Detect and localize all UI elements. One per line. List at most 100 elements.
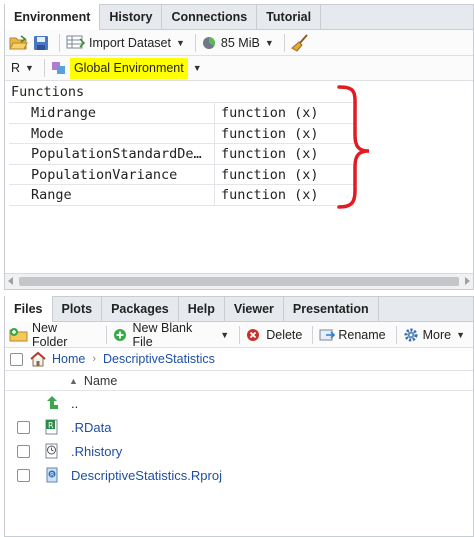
list-item[interactable]: .Rhistory xyxy=(5,439,473,463)
file-checkbox[interactable] xyxy=(17,420,30,434)
file-name[interactable]: .RData xyxy=(71,420,111,435)
tab-packages[interactable]: Packages xyxy=(102,296,179,321)
toolbar-separator xyxy=(105,325,107,344)
files-pane: Files Plots Packages Help Viewer Present… xyxy=(4,296,474,537)
sort-ascending-icon[interactable]: ▲ xyxy=(69,376,78,386)
tab-plots[interactable]: Plots xyxy=(53,296,103,321)
plus-icon xyxy=(113,328,127,342)
environment-scope-bar: R ▼ Global Environment ▼ xyxy=(5,56,473,81)
table-row[interactable]: Mode function (x) xyxy=(9,123,354,144)
more-label: More xyxy=(422,327,452,342)
tab-environment[interactable]: Environment xyxy=(5,4,101,30)
chevron-down-icon: ▼ xyxy=(25,63,34,73)
file-checkbox[interactable] xyxy=(17,468,30,482)
file-checkbox[interactable] xyxy=(17,444,30,458)
file-name[interactable]: DescriptiveStatistics.Rproj xyxy=(71,468,222,483)
object-name: Range xyxy=(9,185,215,205)
name-column-header[interactable]: Name xyxy=(84,374,117,388)
tab-history[interactable]: History xyxy=(100,4,163,29)
table-row[interactable]: PopulationStandardDe… function (x) xyxy=(9,144,354,165)
object-name: Mode xyxy=(9,123,215,143)
list-item[interactable]: R DescriptiveStatistics.Rproj xyxy=(5,463,473,487)
delete-label: Delete xyxy=(266,327,303,342)
file-list-header: ▲ Name xyxy=(5,371,473,391)
object-name: PopulationVariance xyxy=(9,164,215,184)
environment-objects-table: Midrange function (x) Mode function (x) … xyxy=(9,102,354,206)
file-name[interactable]: .Rhistory xyxy=(71,444,122,459)
new-folder-label: New Folder xyxy=(32,320,68,349)
language-label: R xyxy=(11,61,21,75)
language-select[interactable]: R ▼ xyxy=(11,58,34,78)
import-dataset-label: Import Dataset xyxy=(89,35,171,50)
rproj-file-icon: R xyxy=(43,467,61,483)
breadcrumb: Home › DescriptiveStatistics xyxy=(5,348,473,371)
toolbar-separator xyxy=(43,59,45,77)
chevron-down-icon: ▼ xyxy=(175,37,185,48)
object-name: Midrange xyxy=(9,103,215,123)
new-folder-button[interactable]: New Folder xyxy=(9,321,96,349)
tab-viewer[interactable]: Viewer xyxy=(225,296,284,321)
horizontal-scrollbar[interactable] xyxy=(5,273,473,289)
chevron-down-icon: ▼ xyxy=(264,37,274,48)
object-value: function (x) xyxy=(221,125,319,142)
environment-tabbar: Environment History Connections Tutorial xyxy=(5,4,473,30)
list-item[interactable]: R .RData xyxy=(5,415,473,439)
functions-section-header: Functions xyxy=(11,83,85,100)
new-blank-file-button[interactable]: New Blank File ▼ xyxy=(113,321,230,349)
chevron-down-icon: ▼ xyxy=(192,63,202,73)
toolbar-separator xyxy=(312,325,314,344)
breadcrumb-separator-icon: › xyxy=(92,353,97,365)
table-icon xyxy=(66,35,86,50)
memory-usage-label: 85 MiB xyxy=(220,35,260,50)
home-icon[interactable] xyxy=(29,351,47,367)
red-brace-annotation xyxy=(337,85,370,209)
broom-icon[interactable] xyxy=(290,33,309,53)
tab-connections[interactable]: Connections xyxy=(162,4,258,29)
scrollbar-thumb[interactable] xyxy=(19,277,459,286)
new-folder-icon xyxy=(9,327,29,342)
environment-pane: Environment History Connections Tutorial… xyxy=(4,4,474,290)
svg-text:R: R xyxy=(48,421,54,430)
toolbar-separator xyxy=(283,33,285,52)
list-item[interactable]: .. xyxy=(5,391,473,415)
environment-toolbar: Import Dataset ▼ 85 MiB ▼ xyxy=(5,30,473,56)
breadcrumb-current[interactable]: DescriptiveStatistics xyxy=(103,352,215,366)
object-value: function (x) xyxy=(221,166,319,183)
object-name: PopulationStandardDe… xyxy=(9,144,215,164)
toolbar-separator xyxy=(194,33,196,52)
pie-chart-icon xyxy=(202,36,216,50)
tab-presentation[interactable]: Presentation xyxy=(284,296,379,321)
save-icon[interactable] xyxy=(33,33,49,53)
rename-label: Rename xyxy=(338,327,386,342)
tab-files[interactable]: Files xyxy=(5,296,53,322)
files-toolbar: New Folder New Blank File ▼ Delete Renam… xyxy=(5,321,473,349)
tab-help[interactable]: Help xyxy=(179,296,225,321)
toolbar-separator xyxy=(395,325,397,344)
breadcrumb-home[interactable]: Home xyxy=(52,352,85,366)
more-button[interactable]: More ▼ xyxy=(403,325,465,345)
svg-text:R: R xyxy=(50,472,54,479)
object-value: function (x) xyxy=(221,187,319,203)
delete-icon xyxy=(246,328,260,342)
file-list: .. R .RData .Rhistory R DescriptiveStati… xyxy=(5,391,473,487)
memory-usage-button[interactable]: 85 MiB ▼ xyxy=(202,33,274,53)
table-row[interactable]: Range function (x) xyxy=(9,185,354,206)
scroll-left-icon[interactable] xyxy=(8,277,13,285)
import-dataset-button[interactable]: Import Dataset ▼ xyxy=(66,33,185,53)
scroll-right-icon[interactable] xyxy=(465,277,470,285)
file-name: .. xyxy=(71,395,79,411)
select-all-checkbox[interactable] xyxy=(10,352,23,366)
rename-button[interactable]: Rename xyxy=(319,325,386,345)
open-folder-icon[interactable] xyxy=(9,33,29,53)
rename-icon xyxy=(319,328,336,342)
table-row[interactable]: Midrange function (x) xyxy=(9,103,354,124)
environment-select[interactable]: Global Environment ▼ xyxy=(51,57,202,79)
table-row[interactable]: PopulationVariance function (x) xyxy=(9,164,354,185)
up-arrow-icon xyxy=(43,395,61,411)
new-blank-file-label: New Blank File xyxy=(132,320,193,349)
toolbar-separator xyxy=(59,33,60,52)
tab-tutorial[interactable]: Tutorial xyxy=(257,4,322,29)
chevron-down-icon: ▼ xyxy=(220,329,230,340)
delete-button[interactable]: Delete xyxy=(246,325,302,345)
history-file-icon xyxy=(43,443,61,459)
